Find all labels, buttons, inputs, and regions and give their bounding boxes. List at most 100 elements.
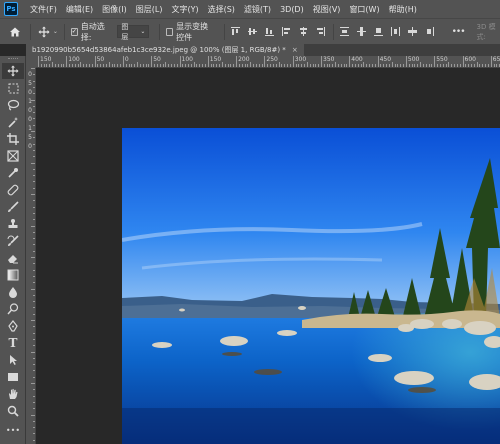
ruler-tick — [66, 56, 68, 67]
auto-select-label: 自动选择: — [80, 21, 105, 42]
rectangle-tool[interactable] — [2, 369, 24, 385]
ruler-tick — [33, 80, 35, 82]
ruler-tick — [465, 64, 467, 67]
more-tools-button[interactable]: ••• — [2, 422, 24, 438]
document-canvas-area[interactable] — [36, 68, 500, 444]
distribute-left-icon[interactable] — [390, 27, 400, 36]
auto-select-target-dropdown[interactable]: 图层 ⌄ — [117, 23, 150, 41]
ruler-tick — [125, 64, 127, 67]
ruler-tick — [31, 320, 35, 321]
ruler-tick — [108, 62, 110, 67]
ruler-tick — [301, 64, 303, 67]
ruler-tick — [74, 64, 76, 67]
menu-type[interactable]: 文字(Y) — [171, 4, 198, 15]
ruler-tick — [145, 64, 147, 67]
menu-help[interactable]: 帮助(H) — [389, 4, 417, 15]
ruler-tick — [33, 250, 35, 252]
dodge-tool[interactable] — [2, 301, 24, 317]
ruler-tick — [142, 64, 144, 67]
align-hcenter-icon[interactable] — [299, 27, 308, 36]
menu-3d[interactable]: 3D(D) — [280, 5, 304, 14]
distribute-vcenter-icon[interactable] — [356, 27, 366, 36]
close-icon[interactable]: × — [292, 46, 298, 54]
ruler-tick — [411, 64, 413, 67]
move-tool[interactable] — [2, 63, 24, 79]
lasso-tool[interactable] — [2, 97, 24, 113]
ruler-tick — [210, 64, 212, 67]
frame-tool[interactable] — [2, 148, 24, 164]
ruler-tick — [43, 64, 45, 67]
healing-brush-tool[interactable] — [2, 182, 24, 198]
move-icon[interactable] — [37, 23, 52, 41]
ruler-tick — [352, 64, 354, 67]
hand-tool[interactable] — [2, 386, 24, 402]
toolbar-grip[interactable] — [8, 58, 18, 60]
chevron-down-icon[interactable]: ⌄ — [53, 28, 58, 35]
menu-filter[interactable]: 滤镜(T) — [244, 4, 271, 15]
lasso-icon — [7, 99, 19, 111]
gradient-tool[interactable] — [2, 267, 24, 283]
brush-tool[interactable] — [2, 199, 24, 215]
align-top-icon[interactable] — [230, 27, 240, 36]
more-options-button[interactable]: ••• — [452, 27, 466, 37]
ruler-tick — [199, 64, 201, 67]
distribute-right-icon[interactable] — [425, 27, 434, 36]
align-left-icon[interactable] — [281, 27, 291, 36]
menu-file[interactable]: 文件(F) — [30, 4, 57, 15]
ruler-tick — [71, 64, 73, 67]
distribute-top-icon[interactable] — [339, 27, 349, 36]
menu-edit[interactable]: 编辑(E) — [66, 4, 93, 15]
blur-tool[interactable] — [2, 284, 24, 300]
canvas-image[interactable] — [122, 128, 500, 444]
menu-select[interactable]: 选择(S) — [208, 4, 235, 15]
auto-select-checkbox[interactable]: ✓ — [70, 27, 78, 36]
history-brush-tool[interactable] — [2, 233, 24, 249]
menu-view[interactable]: 视图(V) — [313, 4, 341, 15]
horizontal-ruler[interactable]: 150 100 50 0 50 100 150 200 250 300 350 400 450 500 55… — [36, 56, 500, 68]
ruler-tick — [476, 62, 478, 67]
eyedropper-tool[interactable] — [2, 165, 24, 181]
ruler-corner[interactable] — [26, 56, 36, 68]
crop-tool[interactable] — [2, 131, 24, 147]
zoom-tool[interactable] — [2, 403, 24, 419]
eraser-icon — [8, 255, 18, 264]
ruler-tick — [204, 64, 206, 67]
clone-stamp-tool[interactable] — [2, 216, 24, 232]
ruler-tick — [437, 64, 439, 67]
magic-wand-tool[interactable] — [2, 114, 24, 130]
align-right-icon[interactable] — [316, 27, 325, 36]
ruler-tick — [284, 64, 286, 67]
ruler-tick — [31, 383, 35, 384]
path-selection-tool[interactable] — [2, 352, 24, 368]
photoshop-logo[interactable]: Ps — [4, 2, 18, 16]
ruler-tick — [454, 64, 455, 67]
ruler-tick — [247, 64, 249, 67]
pen-tool[interactable] — [2, 318, 24, 334]
type-tool[interactable]: T — [2, 335, 24, 351]
distribute-hcenter-icon[interactable] — [407, 27, 417, 36]
menu-window[interactable]: 窗口(W) — [349, 4, 379, 15]
ruler-tick — [213, 64, 215, 67]
ruler-tick — [493, 64, 495, 67]
separator — [63, 23, 65, 40]
menu-layer[interactable]: 图层(L) — [136, 4, 163, 15]
ruler-tick — [86, 64, 88, 67]
ruler-tick — [114, 64, 116, 67]
align-bottom-icon[interactable] — [264, 27, 274, 36]
ruler-tick — [400, 64, 402, 67]
home-icon[interactable] — [6, 21, 24, 43]
ruler-tick — [179, 56, 181, 67]
eraser-tool[interactable] — [2, 250, 24, 266]
ruler-tick — [159, 64, 161, 67]
ruler-tick — [270, 64, 272, 67]
marquee-tool[interactable] — [2, 80, 24, 96]
ruler-tick — [128, 64, 130, 67]
show-transform-checkbox[interactable] — [166, 27, 174, 36]
vertical-ruler[interactable]: 050100150 — [26, 68, 36, 444]
ruler-tick — [31, 257, 35, 258]
menu-image[interactable]: 图像(I) — [102, 4, 127, 15]
distribute-bottom-icon[interactable] — [373, 27, 383, 36]
ruler-tick — [193, 62, 195, 67]
document-tab[interactable]: b1920990b5654d53864afeb1c3ce932e.jpeg @ … — [26, 44, 304, 56]
align-vcenter-icon[interactable] — [247, 27, 257, 36]
